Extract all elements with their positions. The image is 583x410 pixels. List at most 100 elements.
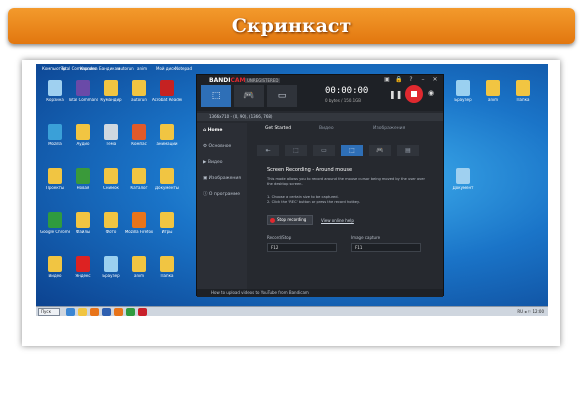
- bandicam-logo: BANDICAM: [209, 77, 246, 84]
- desktop-icon[interactable]: Каталог: [126, 168, 152, 198]
- desktop-icon-label: anim: [134, 274, 144, 278]
- desktop-icon[interactable]: Игры: [154, 212, 180, 242]
- desktop-icon[interactable]: Фото: [98, 212, 124, 242]
- desktop-icon[interactable]: Google Chrome: [40, 212, 70, 242]
- taskbar-app-ie-icon[interactable]: [66, 308, 75, 316]
- desktop-icon-glyph: [76, 168, 90, 184]
- recording-mode-button[interactable]: ▤: [397, 145, 419, 156]
- desktop-icon[interactable]: Total Commander: [68, 80, 98, 110]
- desktop-icon-glyph: [104, 168, 118, 184]
- tab-item[interactable]: Видео: [319, 126, 334, 131]
- unregistered-badge: UNREGISTERED: [245, 78, 281, 83]
- window-control-button[interactable]: ✕: [431, 76, 439, 83]
- desktop-icon-label: Браузер: [454, 98, 472, 102]
- desktop-icon[interactable]: Новая: [70, 168, 96, 198]
- taskbar-app-bandicam-icon[interactable]: [138, 308, 147, 316]
- desktop-icon[interactable]: Файлы: [70, 212, 96, 242]
- recording-mode-button[interactable]: ⬚: [341, 145, 363, 156]
- game-mode-button[interactable]: 🎮: [234, 85, 264, 107]
- desktop-icon[interactable]: Папка: [510, 80, 536, 110]
- desktop-icon[interactable]: anim: [126, 256, 152, 286]
- desktop-icon[interactable]: Корзина: [42, 80, 68, 110]
- desktop-icon-glyph: [160, 168, 174, 184]
- desktop-icon[interactable]: Компас: [126, 124, 152, 154]
- desktop-icon-glyph: [48, 124, 62, 140]
- hotkey-field[interactable]: F11: [351, 243, 421, 252]
- desktop-icon-glyph: [104, 256, 118, 272]
- desktop-icon[interactable]: анимации: [154, 124, 180, 154]
- sidebar-item[interactable]: ⚙ Основное: [197, 139, 247, 155]
- desktop-icon-label: Компас: [131, 142, 147, 146]
- presentation-slide: Скринкаст Компьютер Total Commander Корзин…: [0, 0, 583, 410]
- taskbar-app-firefox-icon[interactable]: [114, 308, 123, 316]
- desktop-icon[interactable]: Mozilla Firefox: [125, 212, 153, 242]
- desktop-icon-glyph: [160, 80, 174, 96]
- online-help-link[interactable]: View online help: [321, 218, 354, 223]
- desktop-icon-label: Mozilla: [48, 142, 62, 146]
- desktop-icon[interactable]: Кумандир: [98, 80, 124, 110]
- desktop-icon[interactable]: Браузер: [98, 256, 124, 286]
- desktop-icon-glyph: [132, 212, 146, 228]
- bandicam-footer-tip[interactable]: How to upload videos to YouTube from Ban…: [197, 289, 443, 297]
- pause-icon[interactable]: ❚❚: [389, 90, 402, 99]
- desktop-icon-label: anim: [488, 98, 498, 102]
- slide-title-banner: Скринкаст: [8, 8, 575, 44]
- camera-icon[interactable]: ◉: [428, 89, 434, 97]
- taskbar-app-word-icon[interactable]: [102, 308, 111, 316]
- desktop-icon-label: Total Commander: [68, 98, 98, 102]
- taskbar-app-player-icon[interactable]: [90, 308, 99, 316]
- desktop-icon[interactable]: Снимок: [98, 168, 124, 198]
- record-timer: 00:00:00: [325, 86, 369, 96]
- slide-title: Скринкаст: [231, 15, 352, 37]
- recording-mode-selector: ⇤ ⬚ ▭ ⬚ 🎮 ▤: [257, 145, 437, 157]
- desktop-icon-glyph: [516, 80, 530, 96]
- rectangle-mode-button[interactable]: ⬚: [201, 85, 231, 107]
- stop-icon: [411, 91, 417, 97]
- desktop-top-label: Бандикам: [99, 66, 121, 71]
- desktop-icon[interactable]: Аудио: [70, 124, 96, 154]
- hotkey-field[interactable]: F12: [267, 243, 337, 252]
- desktop-icon-glyph: [76, 256, 90, 272]
- desktop: Компьютер Total Commander Корзина Бандикам a…: [36, 64, 548, 316]
- desktop-icon[interactable]: anim: [480, 80, 506, 110]
- desktop-icon-glyph: [48, 80, 62, 96]
- desktop-icon[interactable]: autorun: [126, 80, 152, 110]
- tab-item[interactable]: Get Started: [265, 126, 291, 131]
- desktop-icon[interactable]: Документ: [450, 168, 476, 198]
- tab-item[interactable]: Изображения: [373, 126, 405, 131]
- sidebar-item[interactable]: ▶ Видео: [197, 155, 247, 171]
- desktop-icon[interactable]: Документы: [154, 168, 180, 198]
- desktop-icon[interactable]: Браузер: [450, 80, 476, 110]
- desktop-icon[interactable]: Яндекс: [70, 256, 96, 286]
- device-mode-button[interactable]: ▭: [267, 85, 297, 107]
- desktop-icon-label: Яндекс: [75, 274, 91, 278]
- desktop-icon-glyph: [160, 256, 174, 272]
- section-title: Screen Recording - Around mouse: [267, 167, 353, 173]
- window-control-button[interactable]: 🔒: [395, 76, 403, 83]
- desktop-icon[interactable]: Mozilla: [42, 124, 68, 154]
- start-button[interactable]: Пуск: [38, 308, 60, 316]
- taskbar-app-chrome-icon[interactable]: [126, 308, 135, 316]
- recording-mode-button[interactable]: ⬚: [285, 145, 307, 156]
- desktop-icon[interactable]: Проекты: [42, 168, 68, 198]
- recording-mode-button[interactable]: ⇤: [257, 145, 279, 156]
- desktop-icon[interactable]: Acrobat Reader: [152, 80, 182, 110]
- desktop-icon[interactable]: Тема: [98, 124, 124, 154]
- sidebar-item[interactable]: ▣ Изображения: [197, 171, 247, 187]
- desktop-icon-label: Корзина: [46, 98, 64, 102]
- desktop-icon-glyph: [76, 212, 90, 228]
- screenshot-frame: Компьютер Total Commander Корзина Бандикам a…: [22, 60, 560, 346]
- recording-mode-button[interactable]: ▭: [313, 145, 335, 156]
- stop-recording-button[interactable]: Stop recording: [267, 215, 313, 225]
- desktop-icon[interactable]: Папка: [154, 256, 180, 286]
- window-control-button[interactable]: ▣: [383, 76, 391, 83]
- sidebar-item[interactable]: ⓘ О программе: [197, 187, 247, 203]
- window-control-button[interactable]: –: [419, 76, 427, 83]
- window-control-button[interactable]: ?: [407, 76, 415, 83]
- taskbar-app-folder-icon[interactable]: [78, 308, 87, 316]
- recording-mode-button[interactable]: 🎮: [369, 145, 391, 156]
- desktop-icon[interactable]: Видео: [42, 256, 68, 286]
- record-stop-button[interactable]: [405, 85, 423, 103]
- sidebar-item[interactable]: ⌂ Home: [197, 123, 247, 139]
- record-dot-icon: [270, 218, 275, 223]
